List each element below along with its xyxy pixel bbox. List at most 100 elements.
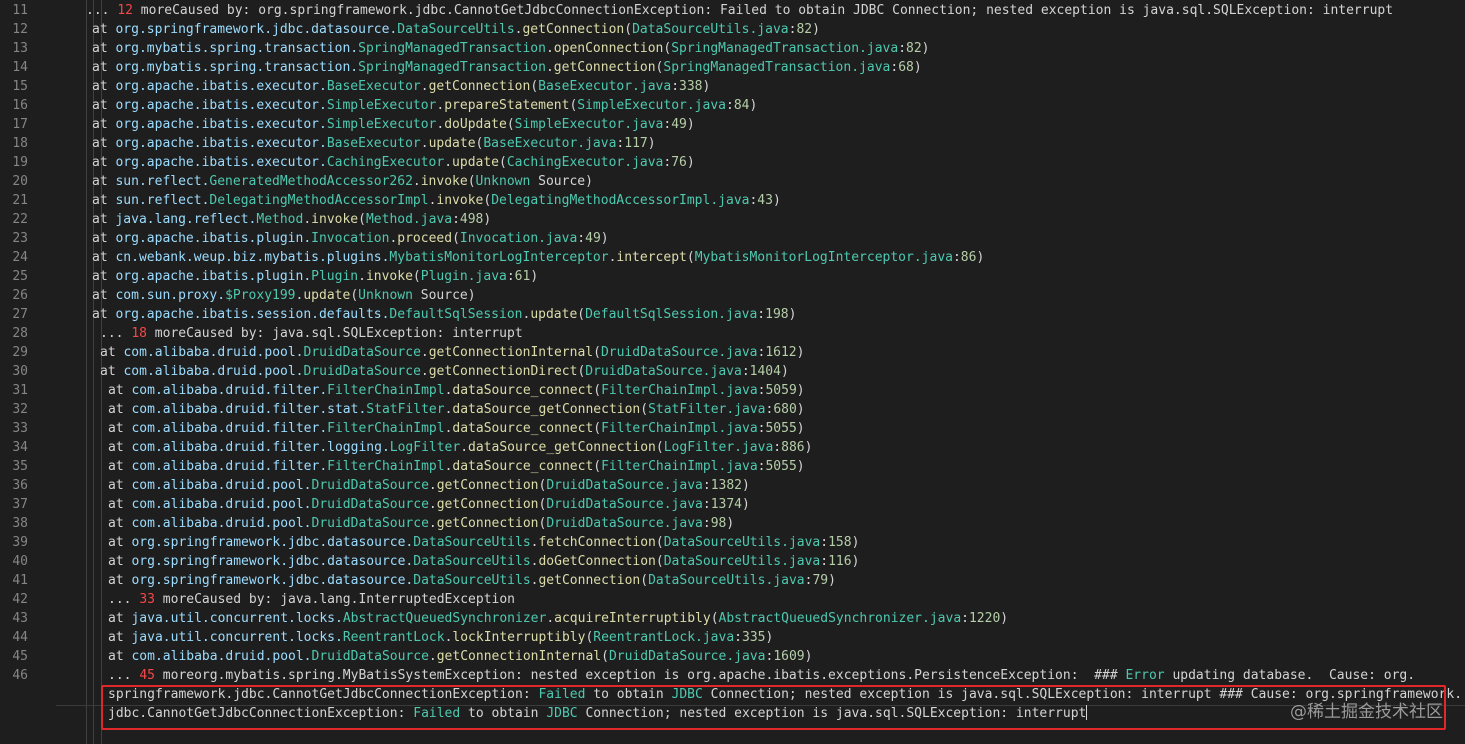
line-number: 11 — [12, 3, 28, 18]
token: getConnectionInternal — [428, 345, 594, 360]
token: StatFilter — [366, 402, 445, 417]
token: at — [108, 516, 132, 531]
token: ( — [452, 231, 460, 246]
token: ... — [100, 326, 132, 341]
token: : — [898, 41, 907, 56]
token: Method.java — [365, 212, 453, 227]
token: SpringManagedTransaction — [358, 41, 546, 56]
token: at — [108, 459, 132, 474]
token: FilterChainImpl.java — [601, 383, 758, 398]
token: update — [530, 307, 578, 322]
token: at — [92, 60, 116, 75]
token: invoke — [420, 174, 468, 189]
token: ) — [851, 554, 860, 569]
token: 498 — [459, 212, 484, 227]
token: ) — [788, 307, 797, 322]
token: Invocation.java — [459, 231, 578, 246]
token: dataSource_getConnection — [468, 440, 656, 455]
token: . — [420, 136, 429, 151]
token: 45 — [139, 668, 155, 683]
token: 1609 — [773, 649, 805, 664]
code-editor[interactable]: 11... 12 moreCaused by: org.springframew… — [0, 0, 1465, 744]
token: dataSource_getConnection — [452, 402, 641, 417]
token: ) — [749, 98, 758, 113]
token: org.apache.ibatis.session.defaults. — [115, 307, 390, 322]
token: 49 — [671, 117, 687, 132]
line-text: at org.apache.ibatis.plugin.Plugin.invok… — [92, 267, 538, 286]
line-text: at com.alibaba.druid.filter.FilterChainI… — [108, 457, 805, 476]
token: DruidDataSource.java — [546, 497, 703, 512]
token: update — [428, 136, 476, 151]
token: org.springframework.jdbc.datasource. — [131, 573, 414, 588]
token: doGetConnection — [538, 554, 656, 569]
token: at — [92, 212, 116, 227]
line-text: at com.alibaba.druid.filter.logging.LogF… — [108, 438, 812, 457]
token: : — [506, 269, 515, 284]
token: Source) — [530, 174, 593, 189]
token: : — [890, 60, 899, 75]
token: . — [428, 497, 437, 512]
token: at — [108, 478, 132, 493]
token: proceed — [397, 231, 453, 246]
line-number: 34 — [12, 440, 28, 455]
line-number: 35 — [12, 459, 28, 474]
token: : — [702, 497, 711, 512]
token: DruidDataSource — [303, 364, 421, 379]
token: com.alibaba.druid.pool. — [131, 516, 312, 531]
token: . — [428, 649, 437, 664]
token: . — [420, 345, 429, 360]
token: SimpleExecutor.java — [577, 98, 726, 113]
token: org.apache.ibatis.executor. — [115, 136, 327, 151]
line-text: at org.apache.ibatis.executor.BaseExecut… — [92, 134, 656, 153]
token: at — [92, 22, 116, 37]
token: ( — [483, 193, 492, 208]
token: . — [546, 611, 555, 626]
token: update — [452, 155, 500, 170]
token: DruidDataSource.java — [585, 364, 742, 379]
token: FilterChainImpl — [327, 421, 445, 436]
token: LogFilter.java — [663, 440, 774, 455]
token: org.apache.ibatis.executor. — [115, 117, 327, 132]
token: . — [444, 155, 453, 170]
token: sun.reflect. — [115, 193, 210, 208]
token: ) — [804, 649, 813, 664]
token: SimpleExecutor.java — [514, 117, 664, 132]
token: com.sun.proxy. — [115, 288, 226, 303]
token: FilterChainImpl — [327, 383, 445, 398]
token: DruidDataSource.java — [600, 345, 758, 360]
token: 198 — [765, 307, 789, 322]
token: java.util.concurrent.locks. — [131, 630, 343, 645]
token: org.springframework.jdbc.datasource. — [131, 535, 414, 550]
token: ( — [710, 611, 719, 626]
token: intercept — [616, 250, 687, 265]
token: ) — [530, 269, 539, 284]
token: AbstractQueuedSynchronizer.java — [718, 611, 962, 626]
indent-guide — [86, 0, 87, 744]
token: ) — [772, 193, 781, 208]
token: moreorg.mybatis.spring.MyBatisSystemExce… — [154, 668, 1126, 683]
line-text: at com.alibaba.druid.pool.DruidDataSourc… — [108, 495, 750, 514]
token: DataSourceUtils — [413, 535, 531, 550]
token: DataSourceUtils.java — [632, 22, 789, 37]
line-number: 40 — [12, 554, 28, 569]
line-number: 42 — [12, 592, 28, 607]
token: 86 — [960, 250, 977, 265]
token: com.alibaba.druid.pool. — [131, 649, 312, 664]
token: ( — [640, 402, 649, 417]
token: ( — [640, 573, 649, 588]
token: SpringManagedTransaction — [358, 60, 546, 75]
token: : — [820, 535, 829, 550]
line-number: 13 — [12, 41, 28, 56]
token: ) — [804, 440, 813, 455]
token: Unknown — [475, 174, 531, 189]
token: ( — [412, 269, 421, 284]
token: ... — [86, 3, 118, 18]
token: : — [671, 79, 680, 94]
token: CachingExecutor.java — [506, 155, 664, 170]
token: 61 — [514, 269, 531, 284]
token: 5055 — [765, 459, 797, 474]
line-text: at sun.reflect.DelegatingMethodAccessorI… — [92, 191, 781, 210]
line-number: 41 — [12, 573, 28, 588]
token: 49 — [585, 231, 601, 246]
token: fetchConnection — [538, 535, 656, 550]
